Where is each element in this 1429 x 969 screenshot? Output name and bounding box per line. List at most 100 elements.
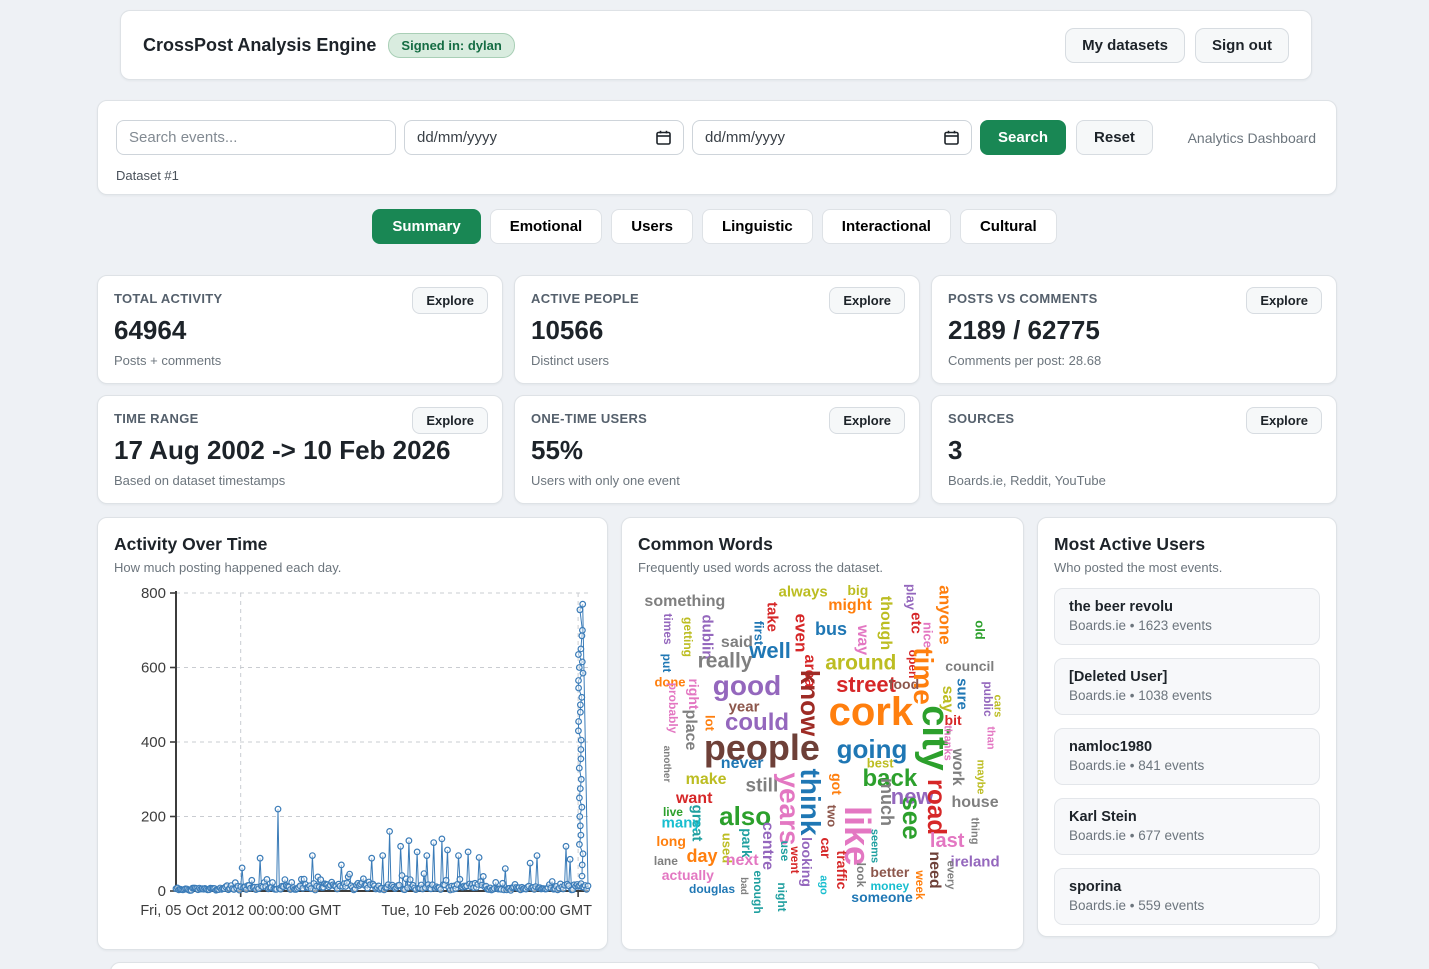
cloud-word: traffic (835, 851, 849, 890)
user-card[interactable]: sporinaBoards.ie • 559 events (1054, 868, 1320, 925)
date-from-placeholder: dd/mm/yyyy (417, 129, 497, 146)
stats-grid: TOTAL ACTIVITYExplore64964Posts + commen… (97, 275, 1337, 504)
activity-over-time-chart[interactable]: 0200400600800Fri, 05 Oct 2012 00:00:00 G… (114, 581, 593, 933)
cloud-word: cars (992, 694, 1003, 717)
next-section-panel (110, 962, 1320, 969)
cloud-word: times (662, 613, 674, 644)
user-meta: Boards.ie • 677 events (1069, 828, 1305, 843)
cloud-word: anyone (936, 586, 953, 646)
tab-users[interactable]: Users (611, 209, 693, 244)
cloud-word: never (721, 756, 764, 772)
cloud-word: need (926, 852, 942, 889)
cloud-word: sure (955, 678, 970, 710)
stat-card-sources: SOURCESExplore3Boards.ie, Reddit, YouTub… (931, 395, 1337, 504)
cloud-word: big (847, 583, 868, 597)
active-users-list: the beer revolu Boards.ie • 1623 events [D… (1054, 588, 1320, 937)
cloud-word: take (764, 602, 779, 632)
cloud-word: good (713, 672, 781, 700)
stat-value: 55% (531, 435, 903, 466)
cloud-word: council (945, 659, 994, 673)
cloud-word: day (686, 847, 717, 865)
explore-button[interactable]: Explore (1246, 287, 1322, 314)
tab-summary[interactable]: Summary (372, 209, 480, 244)
tab-linguistic[interactable]: Linguistic (702, 209, 813, 244)
stat-subtitle: Users with only one event (531, 473, 903, 488)
user-meta: Boards.ie • 1623 events (1069, 618, 1305, 633)
stat-card-one-time-users: ONE-TIME USERSExplore55%Users with only … (514, 395, 920, 504)
reset-button[interactable]: Reset (1076, 120, 1153, 155)
tab-emotional[interactable]: Emotional (490, 209, 603, 244)
cloud-word: car (819, 837, 833, 858)
user-meta: Boards.ie • 559 events (1069, 898, 1305, 913)
cloud-word: than (984, 726, 995, 749)
dataset-label: Dataset #1 (116, 168, 1318, 183)
date-to-placeholder: dd/mm/yyyy (705, 129, 785, 146)
cloud-word: getting (682, 617, 694, 657)
user-name: the beer revolu (1069, 599, 1305, 615)
cloud-word: probably (667, 683, 679, 734)
cloud-word: lane (654, 855, 678, 867)
user-card[interactable]: namloc1980 Boards.ie • 841 events (1054, 728, 1320, 785)
svg-text:600: 600 (141, 660, 166, 677)
cloud-word: someone (851, 890, 912, 904)
cloud-word: next (726, 853, 759, 869)
cloud-word: look (855, 863, 867, 888)
cloud-word: house (951, 795, 998, 811)
cloud-word: said (721, 635, 753, 651)
cloud-word: douglas (689, 883, 735, 895)
stat-value: 10566 (531, 315, 903, 346)
cloud-word: might (828, 598, 872, 614)
stat-value: 17 Aug 2002 -> 10 Feb 2026 (114, 435, 486, 466)
activity-chart-panel: Activity Over Time How much posting happ… (97, 517, 608, 950)
my-datasets-button[interactable]: My datasets (1065, 28, 1185, 63)
tab-cultural[interactable]: Cultural (960, 209, 1057, 244)
svg-text:0: 0 (158, 883, 166, 900)
cloud-word: thing (968, 817, 979, 844)
explore-button[interactable]: Explore (412, 287, 488, 314)
cloud-word: really (698, 651, 753, 672)
cloud-word: even (792, 613, 809, 652)
stat-card-active-people: ACTIVE PEOPLEExplore10566Distinct users (514, 275, 920, 384)
cloud-word: looking (800, 837, 814, 887)
search-input[interactable] (116, 120, 396, 155)
calendar-icon (944, 130, 959, 145)
search-button[interactable]: Search (980, 120, 1066, 155)
date-from-input[interactable]: dd/mm/yyyy (404, 120, 684, 155)
activity-chart-subtitle: How much posting happened each day. (114, 560, 591, 575)
sign-out-button[interactable]: Sign out (1195, 28, 1289, 63)
stat-subtitle: Distinct users (531, 353, 903, 368)
stat-subtitle: Comments per post: 28.68 (948, 353, 1320, 368)
cloud-word: though (877, 596, 893, 650)
word-cloud: somethingalwaysbigtakemightplayetcanyone… (638, 581, 1010, 929)
header-bar: CrossPost Analysis Engine Signed in: dyl… (120, 10, 1312, 80)
cloud-word: better (870, 865, 909, 879)
date-to-input[interactable]: dd/mm/yyyy (692, 120, 972, 155)
stat-subtitle: Boards.ie, Reddit, YouTube (948, 473, 1320, 488)
app-title: CrossPost Analysis Engine (143, 35, 376, 56)
explore-button[interactable]: Explore (1246, 407, 1322, 434)
svg-text:Tue, 10 Feb 2026 00:00:00 GMT: Tue, 10 Feb 2026 00:00:00 GMT (381, 903, 592, 919)
cloud-word: nice (922, 622, 935, 648)
cloud-word: play (905, 584, 918, 610)
user-card[interactable]: the beer revolu Boards.ie • 1623 events (1054, 588, 1320, 645)
user-card[interactable]: [Deleted User]Boards.ie • 1038 events (1054, 658, 1320, 715)
user-meta: Boards.ie • 841 events (1069, 758, 1305, 773)
cloud-word: week (914, 870, 926, 899)
user-name: [Deleted User] (1069, 669, 1305, 685)
stat-value: 64964 (114, 315, 486, 346)
tab-interactional[interactable]: Interactional (822, 209, 951, 244)
user-card[interactable]: Karl Stein Boards.ie • 677 events (1054, 798, 1320, 855)
bottom-panels: Activity Over Time How much posting happ… (97, 517, 1337, 950)
cloud-word: many (662, 816, 701, 831)
cloud-word: actually (662, 868, 714, 882)
user-name: Karl Stein (1069, 809, 1305, 825)
cloud-word: well (749, 640, 791, 662)
user-name: namloc1980 (1069, 739, 1305, 755)
explore-button[interactable]: Explore (829, 287, 905, 314)
cloud-word: enough (752, 870, 764, 913)
active-users-subtitle: Who posted the most events. (1054, 560, 1320, 575)
cloud-word: place (682, 709, 698, 750)
stat-value: 2189 / 62775 (948, 315, 1320, 346)
explore-button[interactable]: Explore (829, 407, 905, 434)
explore-button[interactable]: Explore (412, 407, 488, 434)
